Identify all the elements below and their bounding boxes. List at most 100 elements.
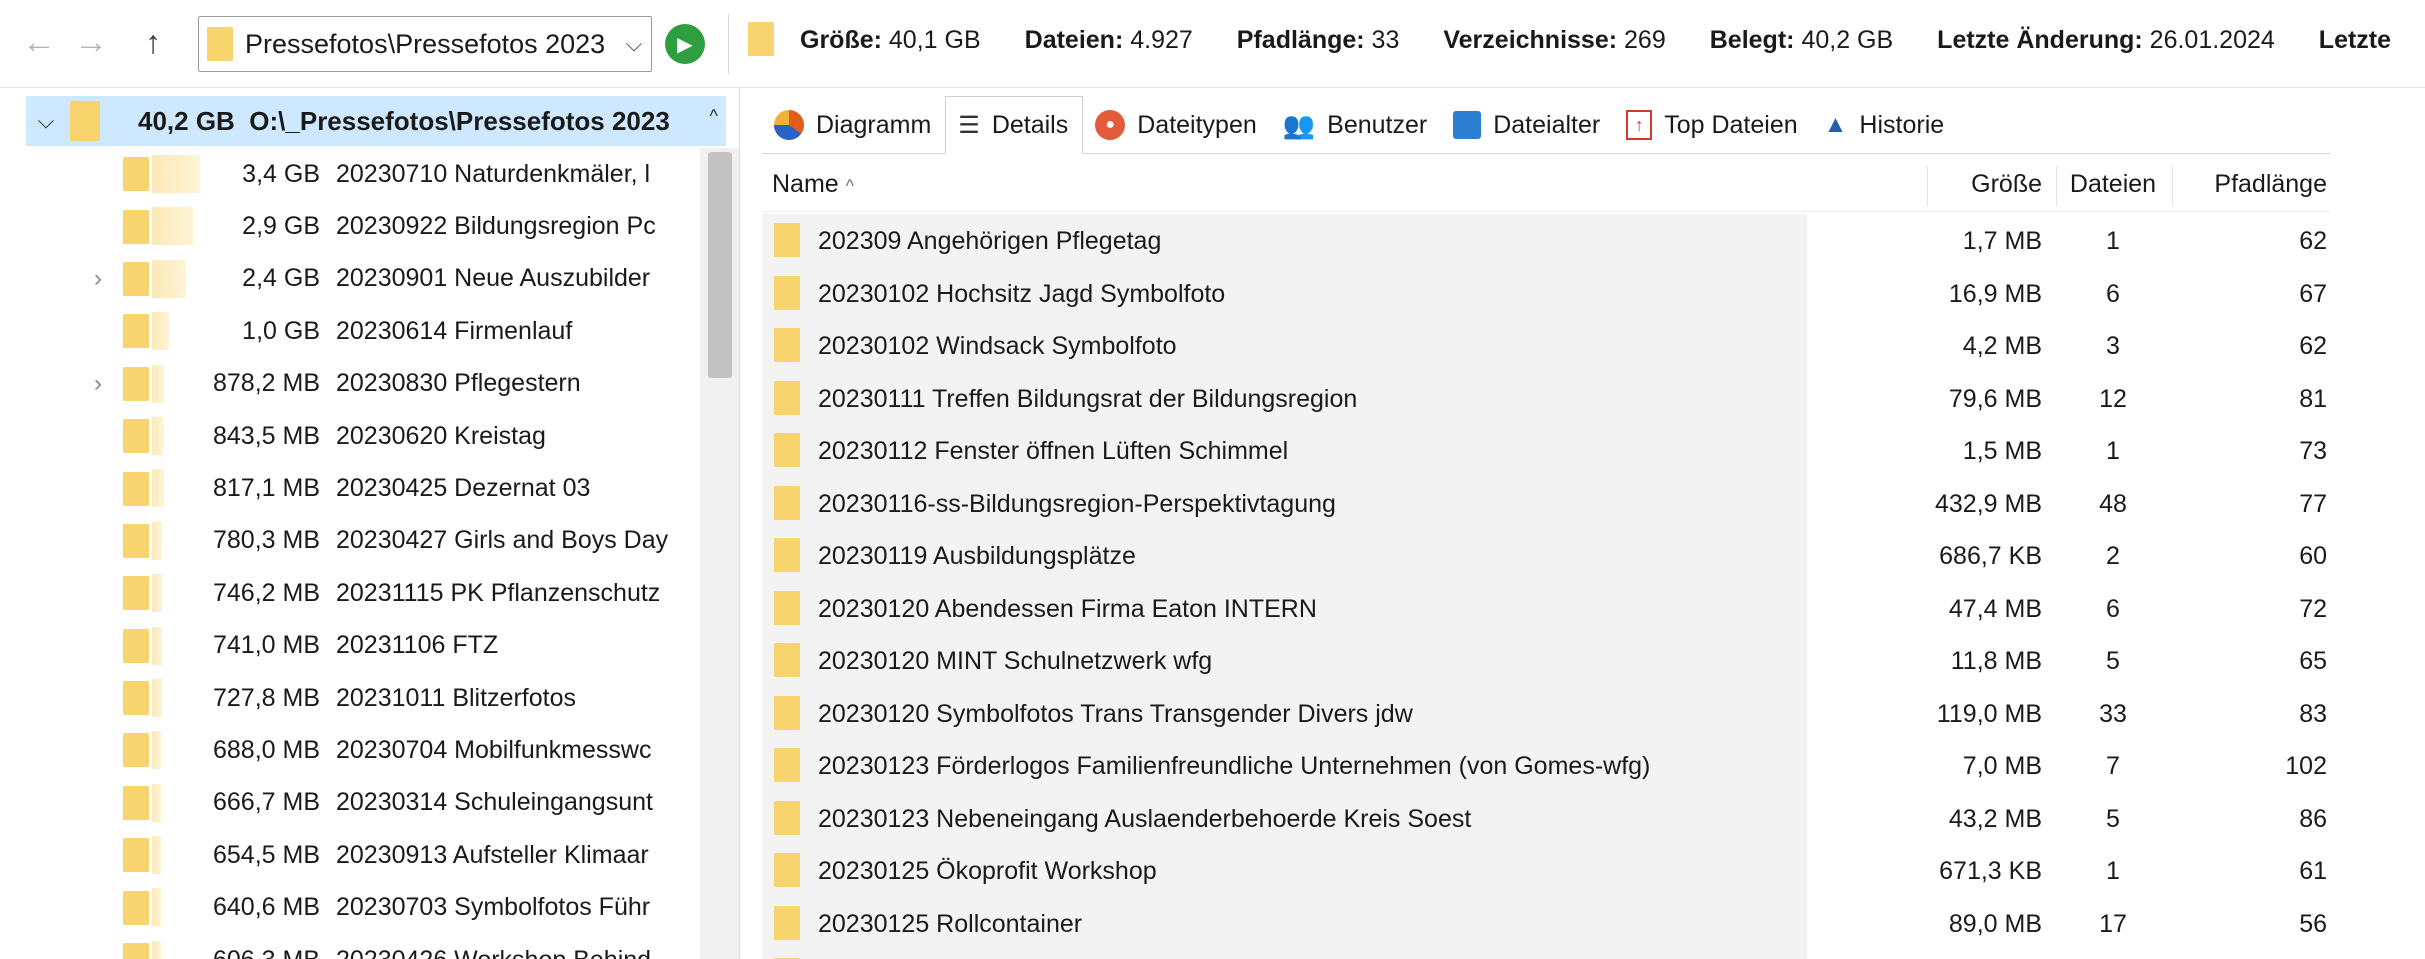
- row-size: 47,4 MB: [1948, 594, 2042, 623]
- table-row[interactable]: 20230120 Symbolfotos Trans Transgender D…: [762, 686, 2425, 739]
- history-chart-icon: ▲: [1823, 111, 1848, 138]
- tree-item[interactable]: 640,6 MB 20230703 Symbolfotos Führ: [0, 881, 700, 933]
- row-size: 686,7 KB: [1939, 542, 2042, 570]
- table-row[interactable]: 20230112 Fenster öffnen Lüften Schimmel 1…: [762, 424, 2425, 477]
- tree-item[interactable]: 741,0 MB 20231106 FTZ: [0, 620, 700, 672]
- folder-icon: [207, 27, 233, 61]
- row-files: 17: [2099, 909, 2127, 938]
- tree-item[interactable]: 843,5 MB 20230620 Kreistag: [0, 410, 700, 462]
- folder-icon: [748, 22, 774, 56]
- table-right-area: [2330, 88, 2425, 959]
- arrow-up-icon[interactable]: ↑: [134, 20, 172, 64]
- tree-item[interactable]: › 2,4 GB 20230901 Neue Auszubilder: [0, 253, 700, 305]
- tree-item[interactable]: 817,1 MB 20230425 Dezernat 03: [0, 462, 700, 514]
- tree-item[interactable]: 3,4 GB 20230710 Naturdenkmäler, l: [0, 148, 700, 200]
- tree-item[interactable]: 746,2 MB 20231115 PK Pflanzenschutz: [0, 567, 700, 619]
- tree-root-item[interactable]: ⌵ 40,2 GB O:\_Pressefotos\Pressefotos 20…: [26, 96, 726, 146]
- tree-item-size: 688,0 MB: [212, 735, 320, 764]
- table-row[interactable]: 20230102 Windsack Symbolfoto 4,2 MB 3 62: [762, 319, 2425, 372]
- tree-item-size: 878,2 MB: [212, 369, 320, 398]
- tree-item[interactable]: 727,8 MB 20231011 Blitzerfotos: [0, 672, 700, 724]
- table-row[interactable]: 20230102 Hochsitz Jagd Symbolfoto 16,9 MB…: [762, 266, 2425, 319]
- folder-icon: [123, 314, 149, 349]
- files-value: 4.927: [1130, 26, 1193, 54]
- chevron-right-icon[interactable]: ›: [86, 265, 110, 293]
- tree-list: 3,4 GB 20230710 Naturdenkmäler, l 2,9 GB 20…: [0, 148, 700, 959]
- row-name: 20230120 Symbolfotos Trans Transgender D…: [818, 699, 1413, 728]
- folder-icon: [774, 748, 800, 782]
- row-path-length: 72: [2299, 594, 2327, 623]
- row-size: 119,0 MB: [1936, 699, 2042, 728]
- tree-item-size: 1,0 GB: [242, 316, 320, 345]
- tree-item[interactable]: 654,5 MB 20230913 Aufsteller Klimaar: [0, 829, 700, 881]
- tab-dateialter[interactable]: Dateialter: [1441, 97, 1614, 153]
- table-row[interactable]: 20230111 Treffen Bildungsrat der Bildung…: [762, 371, 2425, 424]
- tab-label: Details: [991, 110, 1069, 139]
- row-files: 48: [2099, 489, 2127, 518]
- tree-item-name: 20230620 Kreistag: [336, 421, 546, 450]
- row-files: 2: [2106, 542, 2120, 570]
- row-path-length: 73: [2299, 437, 2327, 465]
- row-name: 202309 Angehörigen Pflegetag: [818, 227, 1162, 255]
- tree-item[interactable]: 780,3 MB 20230427 Girls and Boys Day: [0, 515, 700, 567]
- table-row[interactable]: 20230123 Förderlogos Familienfreundliche…: [762, 739, 2425, 792]
- play-icon[interactable]: ▶: [665, 24, 705, 64]
- tab-diagramm[interactable]: Diagramm: [762, 97, 945, 153]
- scrollbar-thumb[interactable]: [708, 152, 732, 378]
- chevron-right-icon[interactable]: ›: [86, 370, 110, 398]
- chevron-down-icon[interactable]: ⌵: [619, 19, 649, 69]
- table-row[interactable]: 20230123 Nebeneingang Auslaenderbehoerde…: [762, 791, 2425, 844]
- path-text[interactable]: Pressefotos\Pressefotos 2023: [245, 29, 617, 60]
- tree-scrollbar[interactable]: [700, 148, 739, 959]
- row-size: 16,9 MB: [1948, 279, 2042, 308]
- tree-item-name: 20230314 Schuleingangsunt: [336, 788, 653, 817]
- table-row[interactable]: 20230126 EJS Werbung SM4,2 MB457: [762, 949, 2425, 959]
- row-size: 43,2 MB: [1948, 804, 2042, 833]
- folder-icon: [123, 523, 149, 558]
- tree-item[interactable]: › 878,2 MB 20230830 Pflegestern: [0, 358, 700, 410]
- table-row[interactable]: 20230116-ss-Bildungsregion-Perspektivtag…: [762, 476, 2425, 529]
- column-header-files[interactable]: Dateien: [2058, 170, 2168, 199]
- tab-details[interactable]: ☰ Details: [945, 96, 1084, 154]
- tree-item[interactable]: 606,3 MB20230426 Workshop Behind: [0, 934, 700, 959]
- table-row[interactable]: 20230120 MINT Schulnetzwerk wfg 11,8 MB 5 6…: [762, 634, 2425, 687]
- used-value: 40,2 GB: [1801, 26, 1894, 54]
- chevron-up-icon[interactable]: ^: [710, 106, 718, 127]
- tab-historie[interactable]: ▲ Historie: [1812, 97, 1959, 153]
- tree-item[interactable]: 2,9 GB 20230922 Bildungsregion Pc: [0, 200, 700, 252]
- row-name: 20230116-ss-Bildungsregion-Perspektivtag…: [818, 489, 1336, 518]
- tree-item-size: 741,0 MB: [212, 631, 320, 660]
- table-row[interactable]: 20230125 Ökoprofit Workshop 671,3 KB 1 61: [762, 844, 2425, 897]
- column-header-path-length[interactable]: Pfadlänge: [2172, 170, 2327, 199]
- tab-benutzer[interactable]: 👥 Benutzer: [1271, 97, 1441, 153]
- details-list-icon: ☰: [958, 111, 980, 139]
- tree-item-name: 20230901 Neue Auszubilder: [336, 264, 651, 293]
- details-table: Name ^ Größe Dateien Pfadlänge 202309 An…: [762, 158, 2425, 959]
- table-row[interactable]: 20230125 Rollcontainer 89,0 MB 17 56: [762, 896, 2425, 949]
- tab-dateitypen[interactable]: ● Dateitypen: [1083, 97, 1271, 153]
- column-header-size[interactable]: Größe: [1892, 170, 2042, 199]
- users-icon: 👥: [1282, 109, 1316, 140]
- row-path-length: 77: [2299, 489, 2327, 518]
- tree-item-size: 2,4 GB: [242, 264, 320, 293]
- row-name: 20230112 Fenster öffnen Lüften Schimmel: [818, 437, 1289, 465]
- row-files: 5: [2106, 647, 2120, 675]
- column-header-name[interactable]: Name ^: [772, 170, 854, 199]
- toolbar-divider: [728, 14, 729, 74]
- chevron-down-icon[interactable]: ⌵: [26, 108, 66, 134]
- row-path-length: 83: [2299, 699, 2327, 728]
- tree-item[interactable]: 688,0 MB 20230704 Mobilfunkmesswc: [0, 724, 700, 776]
- path-combobox[interactable]: Pressefotos\Pressefotos 2023 ⌵: [198, 16, 652, 72]
- truncated-label: Letzte: [2318, 26, 2392, 54]
- table-row[interactable]: 20230119 Ausbildungsplätze 686,7 KB 2 60: [762, 529, 2425, 582]
- tab-top-dateien[interactable]: ↑ Top Dateien: [1614, 97, 1811, 153]
- row-name: 20230119 Ausbildungsplätze: [818, 542, 1136, 570]
- column-divider[interactable]: [2056, 166, 2057, 206]
- tree-item[interactable]: 666,7 MB 20230314 Schuleingangsunt: [0, 777, 700, 829]
- tree-item[interactable]: 1,0 GB 20230614 Firmenlauf: [0, 305, 700, 357]
- arrow-right-icon[interactable]: →: [72, 20, 110, 64]
- table-row[interactable]: 202309 Angehörigen Pflegetag 1,7 MB 1 62: [762, 214, 2425, 267]
- table-row[interactable]: 20230120 Abendessen Firma Eaton INTERN 47…: [762, 581, 2425, 634]
- row-path-length: 62: [2299, 332, 2327, 360]
- arrow-left-icon[interactable]: ←: [20, 20, 58, 64]
